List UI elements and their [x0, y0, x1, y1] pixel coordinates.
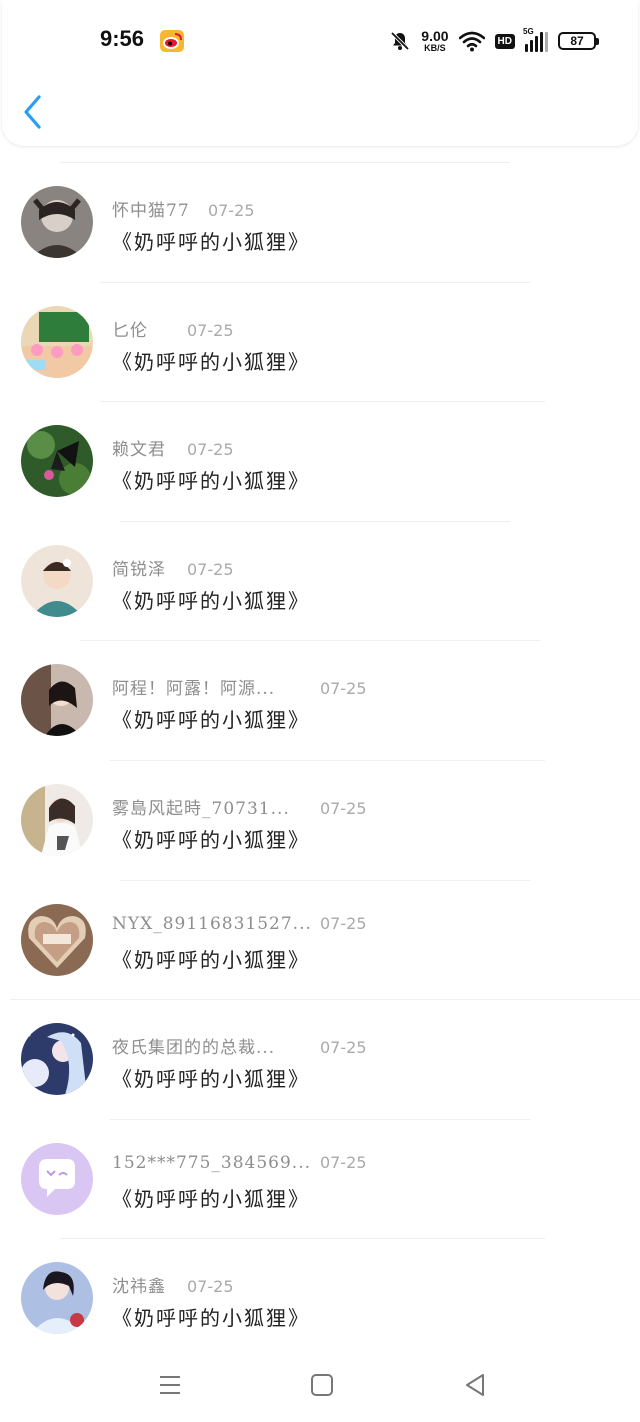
- speed-unit: KB/S: [424, 43, 446, 53]
- list-item[interactable]: 简锐泽 07-25 《奶呼呼的小狐狸》: [0, 520, 640, 641]
- speed-value: 9.00: [421, 28, 449, 44]
- name-line: 阿程！阿露！阿源... 07-25: [112, 674, 367, 699]
- row-divider: [110, 1118, 530, 1120]
- name-line: 152***775_384569... 07-25: [112, 1153, 367, 1173]
- system-nav-bar: [0, 1362, 640, 1422]
- post-date: 07-25: [320, 1152, 367, 1172]
- list-item[interactable]: 赖文君 07-25 《奶呼呼的小狐狸》: [0, 401, 640, 521]
- avatar[interactable]: [21, 305, 93, 378]
- name-line: 匕伦 07-25: [112, 316, 234, 341]
- work-title[interactable]: 《奶呼呼的小狐狸》: [112, 1183, 310, 1212]
- work-title[interactable]: 《奶呼呼的小狐狸》: [112, 585, 310, 614]
- work-title[interactable]: 《奶呼呼的小狐狸》: [112, 465, 310, 494]
- avatar[interactable]: [21, 664, 93, 737]
- avatar[interactable]: [21, 903, 93, 976]
- network-type: 5G: [523, 27, 534, 36]
- post-date: 07-25: [320, 1038, 367, 1058]
- row-divider: [110, 759, 545, 761]
- status-time: 9:56: [100, 26, 145, 51]
- list-item[interactable]: 沈祎鑫 07-25 《奶呼呼的小狐狸》: [0, 1238, 640, 1358]
- status-bar: 9:56 9.00 KB/S HD 5G 87: [0, 0, 640, 80]
- row-divider: [80, 640, 540, 642]
- home-button[interactable]: [307, 1370, 337, 1400]
- triangle-back-icon: [466, 1374, 484, 1396]
- menu-icon: [160, 1376, 180, 1394]
- avatar[interactable]: [21, 186, 93, 258]
- back-button[interactable]: [20, 92, 52, 132]
- post-date: 07-25: [187, 1277, 234, 1297]
- user-name[interactable]: 简锐泽: [112, 555, 187, 580]
- chevron-left-icon: [24, 95, 41, 129]
- avatar[interactable]: [21, 425, 93, 498]
- work-title[interactable]: 《奶呼呼的小狐狸》: [112, 1063, 310, 1092]
- status-icons: 9.00 KB/S HD 5G 87: [389, 27, 599, 55]
- user-name[interactable]: 夜氏集团的的总裁...: [112, 1033, 320, 1058]
- work-title[interactable]: 《奶呼呼的小狐狸》: [112, 226, 310, 255]
- work-title[interactable]: 《奶呼呼的小狐狸》: [112, 1302, 310, 1331]
- name-line: 简锐泽 07-25: [112, 555, 234, 580]
- name-line: NYX_89116831527... 07-25: [112, 914, 367, 934]
- user-name[interactable]: 阿程！阿露！阿源...: [112, 674, 320, 699]
- post-date: 07-25: [187, 320, 234, 340]
- name-line: 怀中猫77 07-25: [112, 196, 255, 221]
- name-line: 沈祎鑫 07-25: [112, 1272, 234, 1297]
- name-line: 赖文君 07-25: [112, 435, 234, 460]
- work-title[interactable]: 《奶呼呼的小狐狸》: [112, 704, 310, 733]
- user-name[interactable]: 怀中猫77: [112, 196, 208, 221]
- list-item[interactable]: 阿程！阿露！阿源... 07-25 《奶呼呼的小狐狸》: [0, 640, 640, 760]
- hd-badge: HD: [494, 33, 515, 49]
- user-name[interactable]: NYX_89116831527...: [112, 914, 320, 934]
- avatar[interactable]: [21, 783, 93, 856]
- row-divider: [10, 999, 640, 1001]
- menu-button[interactable]: [155, 1370, 185, 1400]
- name-line: 夜氏集团的的总裁... 07-25: [112, 1033, 367, 1058]
- user-name[interactable]: 匕伦: [112, 316, 187, 341]
- row-divider: [120, 520, 510, 522]
- list-item[interactable]: NYX_89116831527... 07-25 《奶呼呼的小狐狸》: [0, 879, 640, 1000]
- avatar[interactable]: [21, 1142, 93, 1215]
- post-date: 07-25: [187, 559, 234, 579]
- post-date: 07-25: [320, 913, 367, 933]
- liker-list: 怀中猫77 07-25 《奶呼呼的小狐狸》 匕伦 07-25 《奶呼呼的小狐狸》 赖文君 07…: [0, 162, 640, 1358]
- list-item[interactable]: 怀中猫77 07-25 《奶呼呼的小狐狸》: [0, 162, 640, 282]
- work-title[interactable]: 《奶呼呼的小狐狸》: [112, 824, 310, 853]
- post-date: 07-25: [320, 679, 367, 699]
- battery-icon: 87: [558, 32, 599, 50]
- post-date: 07-25: [208, 201, 255, 220]
- list-item[interactable]: 夜氏集团的的总裁... 07-25 《奶呼呼的小狐狸》: [0, 999, 640, 1119]
- user-name[interactable]: 雾島风起時_70731...: [112, 794, 320, 819]
- network-speed: 9.00 KB/S: [421, 29, 448, 53]
- user-name[interactable]: 152***775_384569...: [112, 1153, 320, 1173]
- user-name[interactable]: 赖文君: [112, 435, 187, 460]
- home-square-icon: [311, 1374, 333, 1396]
- row-divider: [100, 281, 530, 283]
- list-item[interactable]: 匕伦 07-25 《奶呼呼的小狐狸》: [0, 281, 640, 402]
- list-item[interactable]: 雾島风起時_70731... 07-25 《奶呼呼的小狐狸》: [0, 759, 640, 880]
- avatar[interactable]: [21, 1262, 93, 1335]
- work-title[interactable]: 《奶呼呼的小狐狸》: [112, 346, 310, 375]
- name-line: 雾島风起時_70731... 07-25: [112, 794, 367, 819]
- battery-level: 87: [570, 34, 584, 48]
- row-divider: [100, 401, 545, 403]
- list-item[interactable]: 152***775_384569... 07-25 《奶呼呼的小狐狸》: [0, 1118, 640, 1239]
- avatar[interactable]: [21, 544, 93, 617]
- row-divider: [60, 1238, 545, 1240]
- avatar[interactable]: [21, 1023, 93, 1096]
- back-nav-button[interactable]: [460, 1370, 490, 1400]
- post-date: 07-25: [320, 798, 367, 818]
- weibo-icon: [160, 30, 184, 52]
- row-divider: [60, 162, 510, 163]
- row-divider: [120, 879, 530, 881]
- post-date: 07-25: [187, 440, 234, 460]
- signal-icon: 5G: [523, 27, 548, 52]
- mute-bell-icon: [391, 31, 410, 51]
- wifi-icon: [458, 31, 485, 52]
- work-title[interactable]: 《奶呼呼的小狐狸》: [112, 944, 310, 973]
- user-name[interactable]: 沈祎鑫: [112, 1272, 187, 1297]
